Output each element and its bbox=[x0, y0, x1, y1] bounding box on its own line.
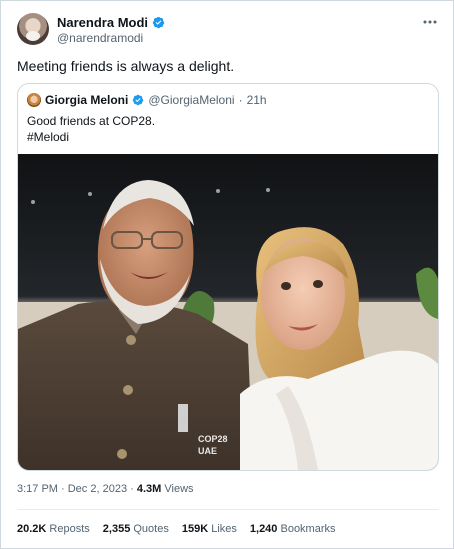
views-label: Views bbox=[164, 483, 194, 495]
cop28-badge-line1: COP28 bbox=[198, 434, 228, 444]
reposts-count: 20.2K bbox=[17, 523, 47, 535]
quoted-tweet[interactable]: Giorgia Meloni @GiorgiaMeloni · 21h Good… bbox=[17, 83, 439, 471]
tweet-card: Narendra Modi @narendramodi Meeting frie… bbox=[0, 0, 454, 549]
quoted-handle[interactable]: @GiorgiaMeloni bbox=[148, 93, 234, 107]
verified-badge-icon bbox=[152, 16, 165, 29]
quoted-hashtag[interactable]: #Melodi bbox=[27, 129, 155, 145]
quotes-stat[interactable]: 2,355 Quotes bbox=[103, 523, 169, 535]
quoted-text-line: Good friends at COP28. bbox=[27, 114, 156, 128]
quoted-photo[interactable]: COP28 UAE bbox=[18, 154, 438, 470]
likes-label: Likes bbox=[211, 523, 237, 535]
bookmarks-label: Bookmarks bbox=[280, 523, 336, 535]
likes-count: 159K bbox=[181, 523, 209, 535]
engagement-stats: 20.2K Reposts 2,355 Quotes 159K Likes 1,… bbox=[17, 523, 336, 535]
reposts-stat[interactable]: 20.2K Reposts bbox=[17, 523, 90, 535]
tweet-text: Meeting friends is always a delight. bbox=[17, 58, 235, 74]
verified-badge-icon bbox=[133, 94, 144, 106]
author-name-row: Narendra Modi bbox=[57, 15, 165, 30]
selfie-photo-image: COP28 UAE bbox=[18, 154, 438, 470]
bookmarks-count: 1,240 bbox=[249, 523, 278, 535]
quoted-time[interactable]: 21h bbox=[247, 93, 267, 107]
quoted-display-name[interactable]: Giorgia Meloni bbox=[45, 93, 128, 107]
tweet-header: Narendra Modi @narendramodi bbox=[17, 13, 441, 49]
likes-stat[interactable]: 159K Likes bbox=[182, 523, 237, 535]
author-handle[interactable]: @narendramodi bbox=[57, 31, 143, 45]
quotes-label: Quotes bbox=[133, 523, 169, 535]
quoted-text: Good friends at COP28. #Melodi bbox=[27, 113, 155, 145]
author-avatar[interactable] bbox=[17, 13, 49, 45]
views-count: 4.3M bbox=[136, 483, 162, 495]
tweet-meta: 3:17 PM · Dec 2, 2023 · 4.3M Views bbox=[17, 483, 194, 495]
quotes-count: 2,355 bbox=[102, 523, 131, 535]
quoted-header: Giorgia Meloni @GiorgiaMeloni · 21h bbox=[27, 93, 267, 107]
author-display-name[interactable]: Narendra Modi bbox=[57, 15, 148, 30]
cop28-badge-line2: UAE bbox=[198, 446, 217, 456]
quoted-separator: · bbox=[238, 93, 243, 107]
tweet-timestamp[interactable]: 3:17 PM · Dec 2, 2023 bbox=[17, 483, 127, 495]
quoted-avatar[interactable] bbox=[27, 93, 41, 107]
meta-separator: · bbox=[130, 483, 134, 495]
bookmarks-stat[interactable]: 1,240 Bookmarks bbox=[250, 523, 336, 535]
more-options-icon[interactable] bbox=[421, 15, 439, 29]
divider bbox=[17, 509, 439, 510]
reposts-label: Reposts bbox=[49, 523, 90, 535]
